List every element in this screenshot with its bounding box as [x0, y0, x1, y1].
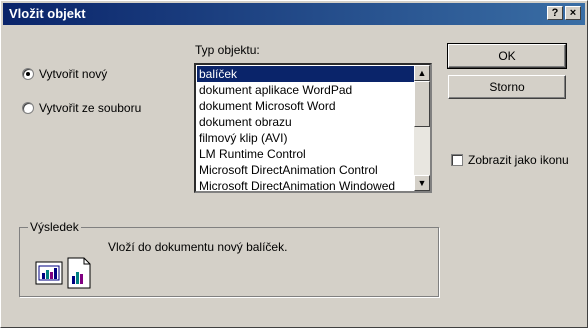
object-type-list[interactable]: balíček dokument aplikace WordPad dokume…: [194, 63, 432, 193]
display-as-icon-label[interactable]: Zobrazit jako ikonu: [468, 153, 569, 167]
help-button[interactable]: ?: [547, 6, 563, 20]
list-item[interactable]: filmový klip (AVI): [199, 130, 287, 146]
create-new-radio[interactable]: [22, 68, 34, 80]
scroll-down-icon[interactable]: ▼: [414, 175, 430, 191]
insert-object-dialog: Vložit objekt ? × Vytvořit nový Vytvořit…: [0, 0, 588, 328]
result-description: Vloží do dokumentu nový balíček.: [108, 240, 288, 254]
ok-button[interactable]: OK: [447, 43, 567, 69]
radio-dot-icon: [26, 72, 30, 76]
list-item[interactable]: Microsoft DirectAnimation Control: [199, 162, 378, 178]
list-item[interactable]: dokument obrazu: [199, 114, 292, 130]
create-from-file-label[interactable]: Vytvořit ze souboru: [39, 101, 141, 115]
object-type-label: Typ objektu:: [195, 43, 260, 57]
cancel-button-label: Storno: [489, 80, 525, 94]
list-item[interactable]: dokument aplikace WordPad: [199, 82, 352, 98]
scroll-up-icon[interactable]: ▲: [414, 65, 430, 81]
list-scrollbar[interactable]: ▲ ▼: [414, 65, 430, 191]
result-group: Výsledek Vloží do dokumentu nový balíček…: [19, 220, 439, 297]
title-bar[interactable]: Vložit objekt ? ×: [3, 3, 585, 25]
result-legend: Výsledek: [28, 220, 81, 234]
list-item[interactable]: dokument Microsoft Word: [199, 98, 336, 114]
create-new-label[interactable]: Vytvořit nový: [39, 67, 107, 81]
ok-button-label: OK: [498, 49, 516, 63]
close-button[interactable]: ×: [565, 6, 581, 20]
package-icon: [35, 257, 91, 289]
scroll-thumb[interactable]: [414, 81, 430, 127]
display-as-icon-checkbox[interactable]: [451, 154, 463, 166]
list-item[interactable]: balíček: [197, 66, 414, 82]
dialog-title: Vložit objekt: [9, 6, 86, 21]
cancel-button[interactable]: Storno: [448, 75, 566, 99]
create-from-file-radio[interactable]: [22, 102, 34, 114]
list-item[interactable]: Microsoft DirectAnimation Windowed: [199, 178, 395, 191]
list-item[interactable]: LM Runtime Control: [199, 146, 306, 162]
